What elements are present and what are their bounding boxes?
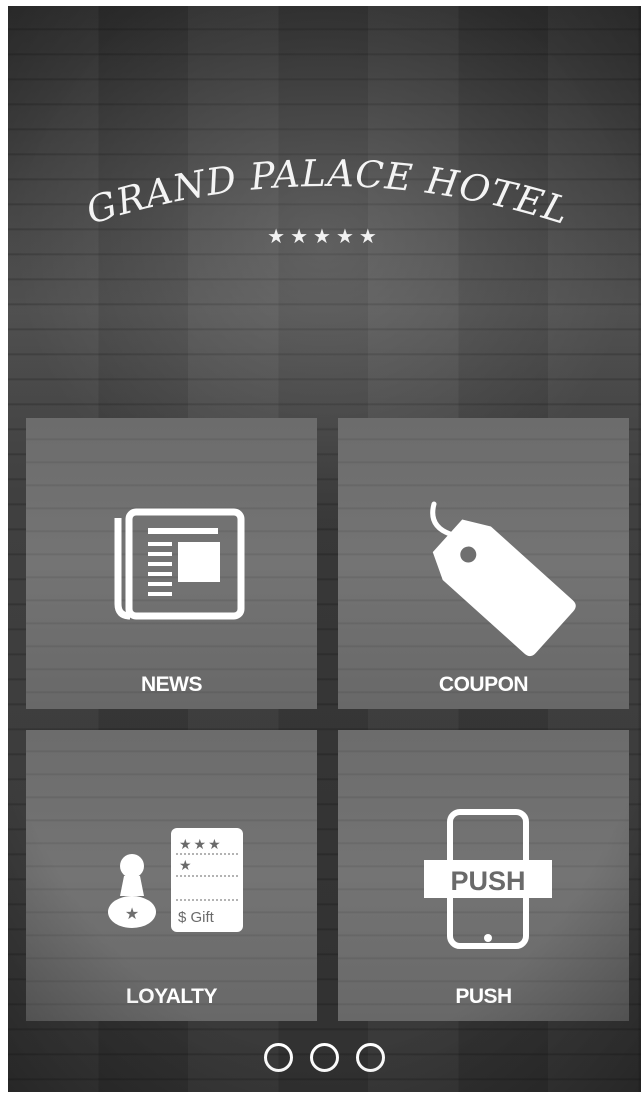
home-screen: GRAND PALACE HOTEL ★★★★★ NEWS COUPON ★ ★… bbox=[8, 6, 641, 1092]
page-dot-1[interactable] bbox=[264, 1043, 293, 1072]
menu-grid: NEWS COUPON ★ ★★★ ★ $ Gift LOYALTY PUSH … bbox=[26, 418, 629, 1021]
loyalty-card-stamp-icon: ★ ★★★ ★ $ Gift bbox=[108, 828, 243, 932]
card-stars-row1: ★★★ bbox=[179, 837, 223, 853]
tag-icon bbox=[430, 501, 576, 657]
svg-text:★: ★ bbox=[125, 904, 139, 923]
phone-push-icon: PUSH bbox=[424, 809, 552, 949]
push-label: PUSH bbox=[455, 985, 512, 1008]
push-badge-text: PUSH bbox=[450, 866, 525, 896]
page-indicator bbox=[8, 1043, 641, 1079]
page-dot-2[interactable] bbox=[310, 1043, 339, 1072]
loyalty-label: LOYALTY bbox=[125, 985, 218, 1008]
push-tile[interactable]: PUSH PUSH bbox=[338, 730, 629, 1021]
hotel-logo: GRAND PALACE HOTEL bbox=[8, 156, 641, 266]
news-tile[interactable]: NEWS bbox=[26, 418, 317, 709]
page-dot-3[interactable] bbox=[356, 1043, 385, 1072]
loyalty-tile[interactable]: ★ ★★★ ★ $ Gift LOYALTY bbox=[26, 730, 317, 1021]
coupon-label: COUPON bbox=[438, 673, 529, 696]
newspaper-icon bbox=[114, 508, 245, 620]
card-stars-row2: ★ bbox=[179, 858, 192, 874]
coupon-tile[interactable]: COUPON bbox=[338, 418, 629, 709]
card-gift-text: $ Gift bbox=[178, 909, 215, 926]
rating-stars: ★★★★★ bbox=[267, 224, 382, 248]
news-label: NEWS bbox=[141, 673, 203, 696]
hotel-name: GRAND PALACE HOTEL bbox=[81, 156, 574, 233]
